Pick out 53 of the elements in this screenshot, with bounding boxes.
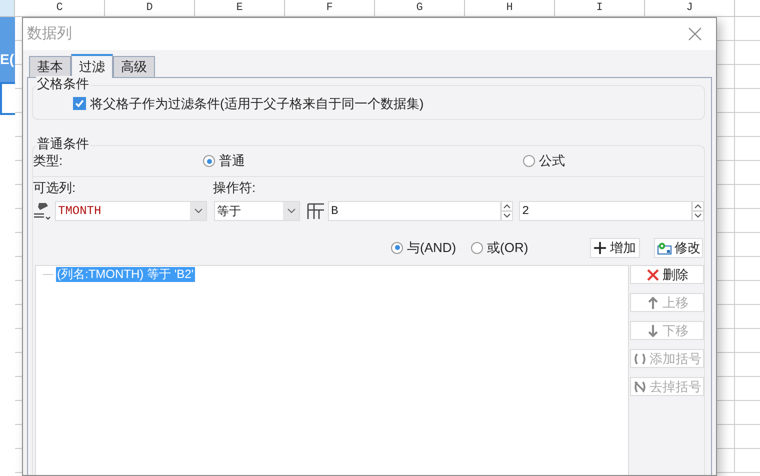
field-label: 可选列:	[33, 179, 77, 198]
radio-label: 或(OR)	[487, 238, 528, 257]
radio-button[interactable]	[523, 155, 535, 167]
column-header[interactable]: F	[285, 0, 375, 16]
radio-button[interactable]	[203, 155, 215, 167]
chevron-down-icon	[503, 213, 511, 219]
parentheses-icon	[632, 352, 646, 366]
tab[interactable]: 高级	[113, 56, 155, 77]
radio-label: 与(AND)	[407, 238, 456, 257]
arrow-up-icon	[646, 296, 660, 310]
add-button[interactable]: 增加	[590, 238, 640, 258]
radio-button[interactable]	[471, 242, 483, 254]
tab[interactable]: 基本	[29, 56, 71, 77]
parentheses-remove-icon	[632, 380, 646, 394]
column-header[interactable]: E	[195, 0, 285, 16]
tab[interactable]: 过滤	[71, 54, 113, 78]
field-label: 操作符:	[213, 179, 256, 198]
radio-label: 普通	[219, 152, 245, 170]
column-picker-icon[interactable]	[33, 202, 52, 220]
close-icon[interactable]	[688, 27, 702, 41]
spinner-control[interactable]	[692, 201, 704, 221]
input-field[interactable]: B	[328, 201, 501, 221]
checkbox[interactable]	[73, 97, 86, 110]
group-label: 普通条件	[36, 136, 90, 152]
column-header[interactable]: C	[15, 0, 105, 16]
column-dropdown[interactable]: TMONTH	[55, 201, 207, 221]
field-label: 类型:	[33, 152, 64, 170]
spinner-control[interactable]	[501, 201, 513, 221]
column-header[interactable]: J	[645, 0, 735, 16]
input-field[interactable]: 2	[519, 201, 692, 221]
chevron-up-icon	[503, 203, 511, 209]
plus-icon	[594, 242, 606, 254]
x-icon	[646, 268, 660, 282]
cell-text: E(	[0, 17, 15, 82]
column-header[interactable]: H	[465, 0, 555, 16]
chevron-up-icon	[694, 203, 702, 209]
column-header[interactable]: D	[105, 0, 195, 16]
radio-button[interactable]	[391, 242, 403, 254]
arrow-down-icon	[646, 324, 660, 338]
chevron-down-icon	[286, 208, 296, 214]
column-header[interactable]: I	[555, 0, 645, 16]
group-label: 父格条件	[36, 76, 90, 92]
radio-label: 公式	[539, 152, 565, 170]
column-header[interactable]: G	[375, 0, 465, 16]
modify-button[interactable]: 修改	[654, 238, 703, 258]
operator-dropdown[interactable]: 等于	[214, 201, 300, 221]
window-title: 数据列	[27, 24, 72, 44]
side-button[interactable]: 删除	[630, 265, 704, 284]
selected-cell	[0, 82, 15, 115]
chevron-down-icon	[694, 213, 702, 219]
chevron-down-icon	[194, 208, 202, 214]
checkbox-label: 将父格子作为过滤条件(适用于父子格来自于同一个数据集)	[90, 94, 424, 113]
grid-icon[interactable]	[307, 202, 326, 220]
